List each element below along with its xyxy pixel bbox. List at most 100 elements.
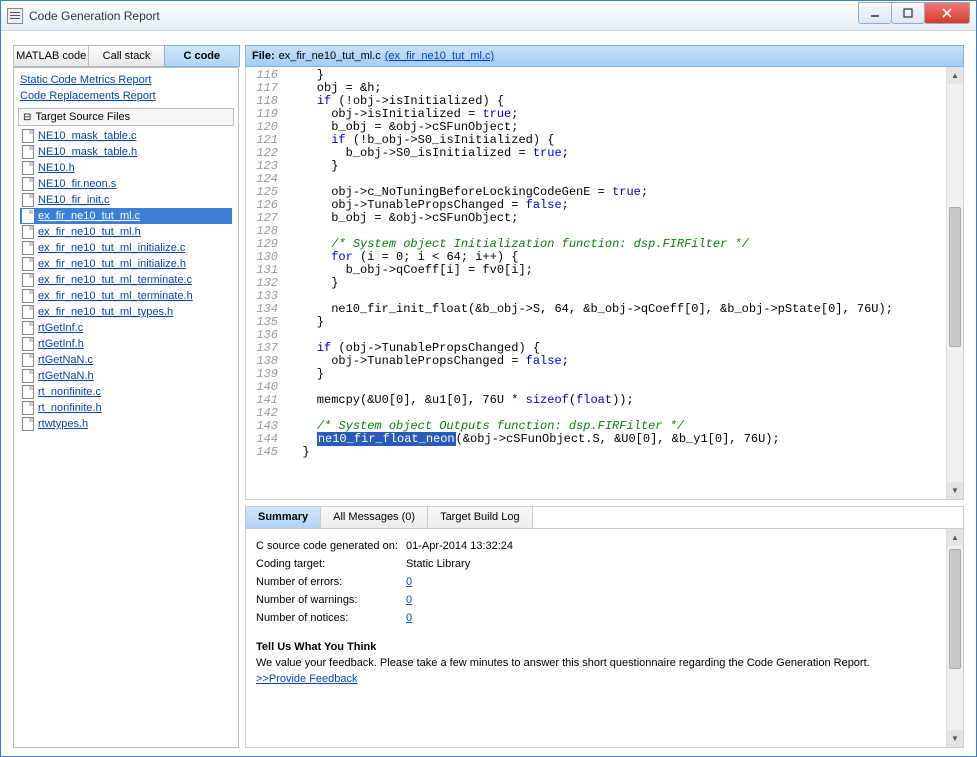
file-link[interactable]: rtGetNaN.c xyxy=(38,354,93,366)
section-header[interactable]: Target Source Files xyxy=(18,108,234,126)
summary-key: Coding target: xyxy=(256,558,406,570)
file-item[interactable]: rtwtypes.h xyxy=(20,416,232,432)
file-link[interactable]: rtwtypes.h xyxy=(38,418,88,430)
report-link[interactable]: Code Replacements Report xyxy=(20,88,232,104)
code-line[interactable]: 145 } xyxy=(246,446,963,459)
sidebar-tab-call-stack[interactable]: Call stack xyxy=(88,45,164,67)
sidebar-panel: Static Code Metrics ReportCode Replaceme… xyxy=(13,67,239,748)
file-icon xyxy=(22,161,34,175)
bottom-tab[interactable]: All Messages (0) xyxy=(321,507,428,528)
code-line[interactable]: 127 b_obj = &obj->cSFunObject; xyxy=(246,212,963,225)
file-item[interactable]: NE10.h xyxy=(20,160,232,176)
close-button[interactable] xyxy=(924,2,970,24)
code-lines[interactable]: 116 }117 obj = &h;118 if (!obj->isInitia… xyxy=(246,67,963,499)
summary-key: Number of warnings: xyxy=(256,594,406,606)
code-line[interactable]: 135 } xyxy=(246,316,963,329)
file-item[interactable]: NE10_mask_table.c xyxy=(20,128,232,144)
scroll-thumb[interactable] xyxy=(949,549,961,669)
scroll-up-icon[interactable]: ▲ xyxy=(947,67,963,84)
scroll-down-icon[interactable]: ▼ xyxy=(947,730,963,747)
summary-row: Number of errors:0 xyxy=(256,573,953,591)
scroll-down-icon[interactable]: ▼ xyxy=(947,482,963,499)
section-title: Target Source Files xyxy=(35,111,130,123)
code-scrollbar[interactable]: ▲ ▼ xyxy=(946,67,963,499)
file-item[interactable]: rt_nonfinite.h xyxy=(20,400,232,416)
file-link[interactable]: rt_nonfinite.h xyxy=(38,402,102,414)
file-item[interactable]: ex_fir_ne10_tut_ml_initialize.c xyxy=(20,240,232,256)
code-line[interactable]: 141 memcpy(&U0[0], &u1[0], 76U * sizeof(… xyxy=(246,394,963,407)
file-item[interactable]: rtGetNaN.c xyxy=(20,352,232,368)
file-link[interactable]: ex_fir_ne10_tut_ml_terminate.c xyxy=(38,274,192,286)
summary-value[interactable]: 0 xyxy=(406,594,412,606)
code-line[interactable]: 123 } xyxy=(246,160,963,173)
file-item[interactable]: ex_fir_ne10_tut_ml.h xyxy=(20,224,232,240)
report-link[interactable]: Static Code Metrics Report xyxy=(20,72,232,88)
file-item[interactable]: rtGetNaN.h xyxy=(20,368,232,384)
file-link[interactable]: NE10_fir.neon.s xyxy=(38,178,116,190)
code-line[interactable]: 138 obj->TunablePropsChanged = false; xyxy=(246,355,963,368)
file-item[interactable]: ex_fir_ne10_tut_ml_types.h xyxy=(20,304,232,320)
code-line[interactable]: 122 b_obj->S0_isInitialized = true; xyxy=(246,147,963,160)
file-icon xyxy=(22,177,34,191)
code-line[interactable]: 144 ne10_fir_float_neon(&obj->cSFunObjec… xyxy=(246,433,963,446)
titlebar[interactable]: Code Generation Report xyxy=(1,1,976,31)
code-line[interactable]: 139 } xyxy=(246,368,963,381)
main-area: File: ex_fir_ne10_tut_ml.c (ex_fir_ne10_… xyxy=(245,45,964,748)
minimize-button[interactable] xyxy=(858,2,892,24)
summary-row: C source code generated on:01-Apr-2014 1… xyxy=(256,537,953,555)
sidebar-tab-matlab-code[interactable]: MATLAB code xyxy=(13,45,89,67)
file-icon xyxy=(22,193,34,207)
file-link[interactable]: (ex_fir_ne10_tut_ml.c) xyxy=(385,50,494,62)
bottom-tab[interactable]: Summary xyxy=(246,507,321,528)
file-item[interactable]: ex_fir_ne10_tut_ml_initialize.h xyxy=(20,256,232,272)
feedback-link[interactable]: >>Provide Feedback xyxy=(256,673,358,685)
summary-row: Coding target:Static Library xyxy=(256,555,953,573)
bottom-tab[interactable]: Target Build Log xyxy=(428,507,533,528)
file-link[interactable]: NE10.h xyxy=(38,162,75,174)
code-content: b_obj->S0_isInitialized = true; xyxy=(288,147,963,160)
scroll-thumb[interactable] xyxy=(949,207,961,347)
file-link[interactable]: NE10_mask_table.h xyxy=(38,146,137,158)
bottom-scrollbar[interactable]: ▲ ▼ xyxy=(946,529,963,747)
file-link[interactable]: ex_fir_ne10_tut_ml.h xyxy=(38,226,141,238)
file-item[interactable]: NE10_fir.neon.s xyxy=(20,176,232,192)
file-item[interactable]: ex_fir_ne10_tut_ml.c xyxy=(20,208,232,224)
code-line[interactable]: 134 ne10_fir_init_float(&b_obj->S, 64, &… xyxy=(246,303,963,316)
summary-value[interactable]: 0 xyxy=(406,612,412,624)
file-item[interactable]: NE10_mask_table.h xyxy=(20,144,232,160)
code-viewer: 116 }117 obj = &h;118 if (!obj->isInitia… xyxy=(245,67,964,500)
file-link[interactable]: NE10_mask_table.c xyxy=(38,130,136,142)
file-item[interactable]: ex_fir_ne10_tut_ml_terminate.h xyxy=(20,288,232,304)
file-item[interactable]: rtGetInf.c xyxy=(20,320,232,336)
file-link[interactable]: ex_fir_ne10_tut_ml_initialize.h xyxy=(38,258,186,270)
file-link[interactable]: rtGetNaN.h xyxy=(38,370,94,382)
code-content: } xyxy=(288,160,963,173)
file-link[interactable]: rt_nonfinite.c xyxy=(38,386,101,398)
file-name: ex_fir_ne10_tut_ml.c xyxy=(279,50,381,62)
file-link[interactable]: rtGetInf.h xyxy=(38,338,84,350)
sidebar-tab-c-code[interactable]: C code xyxy=(164,45,240,67)
summary-value[interactable]: 0 xyxy=(406,576,412,588)
file-item[interactable]: ex_fir_ne10_tut_ml_terminate.c xyxy=(20,272,232,288)
file-link[interactable]: ex_fir_ne10_tut_ml.c xyxy=(38,210,140,222)
file-link[interactable]: rtGetInf.c xyxy=(38,322,83,334)
summary-row: Number of warnings:0 xyxy=(256,591,953,609)
maximize-button[interactable] xyxy=(891,2,925,24)
window-title: Code Generation Report xyxy=(29,9,859,23)
file-icon xyxy=(22,209,34,223)
file-item[interactable]: NE10_fir_init.c xyxy=(20,192,232,208)
code-line[interactable]: 131 b_obj->qCoeff[i] = fv0[i]; xyxy=(246,264,963,277)
file-icon xyxy=(22,401,34,415)
summary-value: 01-Apr-2014 13:32:24 xyxy=(406,540,513,552)
file-link[interactable]: ex_fir_ne10_tut_ml_terminate.h xyxy=(38,290,193,302)
file-item[interactable]: rt_nonfinite.c xyxy=(20,384,232,400)
file-link[interactable]: ex_fir_ne10_tut_ml_initialize.c xyxy=(38,242,185,254)
feedback-heading: Tell Us What You Think xyxy=(256,641,953,653)
file-item[interactable]: rtGetInf.h xyxy=(20,336,232,352)
file-icon xyxy=(22,385,34,399)
scroll-up-icon[interactable]: ▲ xyxy=(947,529,963,546)
file-link[interactable]: ex_fir_ne10_tut_ml_types.h xyxy=(38,306,173,318)
file-link[interactable]: NE10_fir_init.c xyxy=(38,194,110,206)
code-line[interactable]: 132 } xyxy=(246,277,963,290)
window-buttons xyxy=(859,2,970,24)
